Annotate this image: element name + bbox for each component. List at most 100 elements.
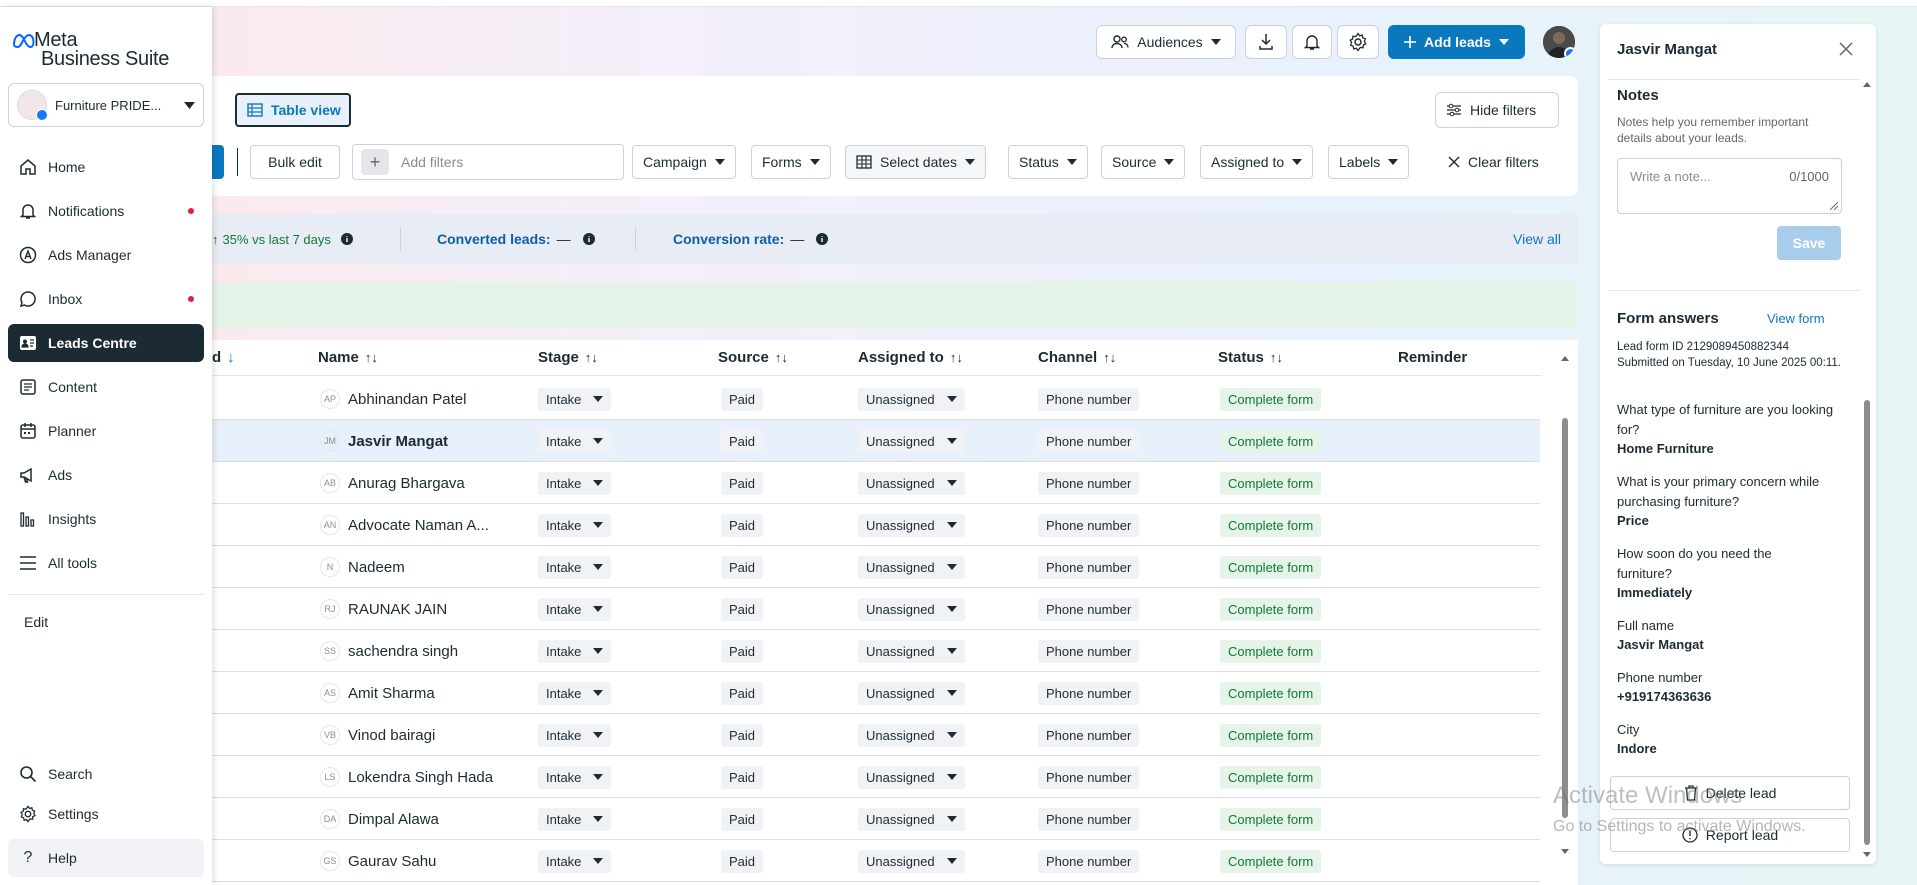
- name-cell[interactable]: GS Gaurav Sahu: [320, 840, 436, 882]
- stage-dropdown[interactable]: Intake: [538, 807, 612, 831]
- table-scrollbar[interactable]: [1560, 355, 1570, 855]
- table-row[interactable]: DA Dimpal Alawa Intake Paid Unassigned Phone …: [212, 798, 1540, 840]
- column-channel[interactable]: Channel ↑↓: [1038, 349, 1116, 366]
- name-cell[interactable]: N Nadeem: [320, 546, 405, 588]
- stage-dropdown[interactable]: Intake: [538, 765, 612, 789]
- panel-scrollbar[interactable]: [1862, 80, 1872, 860]
- nav-ads[interactable]: Ads: [8, 456, 204, 494]
- note-textarea[interactable]: Write a note... 0/1000: [1617, 158, 1842, 214]
- stage-dropdown[interactable]: Intake: [538, 429, 612, 453]
- save-note-button[interactable]: Save: [1777, 226, 1841, 260]
- assignee-dropdown[interactable]: Unassigned: [858, 765, 965, 789]
- settings-button[interactable]: [1337, 25, 1379, 59]
- resize-handle-icon[interactable]: [1830, 202, 1838, 210]
- forms-filter[interactable]: Forms: [751, 145, 831, 179]
- table-row[interactable]: SS sachendra singh Intake Paid Unassigned Pho…: [212, 630, 1540, 672]
- nav-content[interactable]: Content: [8, 368, 204, 406]
- view-all-link[interactable]: View all: [1513, 231, 1561, 247]
- column-assigned[interactable]: Assigned to ↑↓: [858, 349, 963, 366]
- nav-planner[interactable]: Planner: [8, 412, 204, 450]
- campaign-filter[interactable]: Campaign: [632, 145, 736, 179]
- caret-down-icon: [593, 690, 604, 696]
- nav-insights[interactable]: Insights: [8, 500, 204, 538]
- stage-dropdown[interactable]: Intake: [538, 387, 612, 411]
- table-row[interactable]: AS Amit Sharma Intake Paid Unassigned Phone n…: [212, 672, 1540, 714]
- stage-dropdown[interactable]: Intake: [538, 555, 612, 579]
- column-stage[interactable]: Stage ↑↓: [538, 349, 598, 366]
- bulk-edit-button[interactable]: Bulk edit: [250, 145, 340, 179]
- assignee-dropdown[interactable]: Unassigned: [858, 555, 965, 579]
- nav-ads-manager[interactable]: Ads Manager: [8, 236, 204, 274]
- assignee-dropdown[interactable]: Unassigned: [858, 849, 965, 873]
- profile-avatar[interactable]: [1543, 26, 1575, 58]
- add-filters-input[interactable]: + Add filters: [352, 144, 624, 180]
- clear-filters-button[interactable]: Clear filters: [1437, 145, 1550, 179]
- table-row[interactable]: N Nadeem Intake Paid Unassigned Phone number C…: [212, 546, 1540, 588]
- nav-search[interactable]: Search: [8, 755, 204, 793]
- hide-filters-button[interactable]: Hide filters: [1435, 92, 1559, 128]
- nav-home[interactable]: Home: [8, 148, 204, 186]
- stage-dropdown[interactable]: Intake: [538, 681, 612, 705]
- nav-leads-centre[interactable]: Leads Centre: [8, 324, 204, 362]
- table-row[interactable]: AP Abhinandan Patel Intake Paid Unassigned Ph…: [212, 378, 1540, 420]
- assignee-dropdown[interactable]: Unassigned: [858, 597, 965, 621]
- status-filter[interactable]: Status: [1008, 145, 1088, 179]
- stage-value: Intake: [546, 811, 582, 827]
- name-cell[interactable]: AN Advocate Naman A...: [320, 504, 489, 546]
- stage-dropdown[interactable]: Intake: [538, 471, 612, 495]
- name-cell[interactable]: DA Dimpal Alawa: [320, 798, 439, 840]
- name-cell[interactable]: RJ RAUNAK JAIN: [320, 588, 447, 630]
- name-cell[interactable]: AP Abhinandan Patel: [320, 378, 466, 420]
- assigned-to-filter[interactable]: Assigned to: [1200, 145, 1314, 179]
- stage-dropdown[interactable]: Intake: [538, 849, 612, 873]
- account-switcher[interactable]: Furniture PRIDE...: [8, 83, 204, 127]
- column-source[interactable]: Source ↑↓: [718, 349, 788, 366]
- column-status[interactable]: Status ↑↓: [1218, 349, 1283, 366]
- name-cell[interactable]: VB Vinod bairagi: [320, 714, 435, 756]
- assignee-dropdown[interactable]: Unassigned: [858, 513, 965, 537]
- assignee-dropdown[interactable]: Unassigned: [858, 681, 965, 705]
- nav-edit[interactable]: Edit: [8, 603, 204, 641]
- stage-dropdown[interactable]: Intake: [538, 597, 612, 621]
- audiences-button[interactable]: Audiences: [1096, 25, 1236, 59]
- name-cell[interactable]: AB Anurag Bhargava: [320, 462, 465, 504]
- meta-business-suite-logo[interactable]: Meta Business Suite: [12, 30, 169, 69]
- table-row[interactable]: AN Advocate Naman A... Intake Paid Unassigne…: [212, 504, 1540, 546]
- nav-help[interactable]: ? Help: [8, 839, 204, 877]
- assignee-dropdown[interactable]: Unassigned: [858, 807, 965, 831]
- nav-all-tools[interactable]: All tools: [8, 544, 204, 582]
- stage-dropdown[interactable]: Intake: [538, 723, 612, 747]
- name-cell[interactable]: JM Jasvir Mangat: [320, 420, 448, 462]
- name-cell[interactable]: SS sachendra singh: [320, 630, 458, 672]
- add-leads-button[interactable]: Add leads: [1388, 25, 1525, 59]
- nav-settings[interactable]: Settings: [8, 795, 204, 833]
- name-cell[interactable]: LS Lokendra Singh Hada: [320, 756, 493, 798]
- table-row[interactable]: GS Gaurav Sahu Intake Paid Unassigned Phone n…: [212, 840, 1540, 882]
- name-cell[interactable]: AS Amit Sharma: [320, 672, 435, 714]
- table-row[interactable]: RJ RAUNAK JAIN Intake Paid Unassigned Phone n…: [212, 588, 1540, 630]
- stage-dropdown[interactable]: Intake: [538, 639, 612, 663]
- primary-action-edge[interactable]: [212, 145, 224, 179]
- nav-inbox[interactable]: Inbox: [8, 280, 204, 318]
- assignee-dropdown[interactable]: Unassigned: [858, 387, 965, 411]
- table-view-button[interactable]: Table view: [235, 93, 351, 127]
- table-row[interactable]: AB Anurag Bhargava Intake Paid Unassigned Pho…: [212, 462, 1540, 504]
- assignee-dropdown[interactable]: Unassigned: [858, 639, 965, 663]
- stage-dropdown[interactable]: Intake: [538, 513, 612, 537]
- table-row[interactable]: VB Vinod bairagi Intake Paid Unassigned Phone…: [212, 714, 1540, 756]
- table-row[interactable]: JM Jasvir Mangat Intake Paid Unassigned Phone…: [212, 420, 1540, 462]
- assignee-dropdown[interactable]: Unassigned: [858, 723, 965, 747]
- assignee-dropdown[interactable]: Unassigned: [858, 429, 965, 453]
- source-filter[interactable]: Source: [1101, 145, 1186, 179]
- assignee-dropdown[interactable]: Unassigned: [858, 471, 965, 495]
- notifications-button[interactable]: [1292, 25, 1332, 59]
- view-form-link[interactable]: View form: [1767, 311, 1825, 326]
- download-button[interactable]: [1245, 25, 1287, 59]
- nav-notifications[interactable]: Notifications: [8, 192, 204, 230]
- column-created[interactable]: d ↓: [212, 349, 235, 366]
- column-name[interactable]: Name ↑↓: [318, 349, 378, 366]
- select-dates-filter[interactable]: Select dates: [845, 145, 987, 179]
- labels-filter[interactable]: Labels: [1328, 145, 1410, 179]
- table-row[interactable]: LS Lokendra Singh Hada Intake Paid Unassigne…: [212, 756, 1540, 798]
- close-panel-button[interactable]: [1838, 41, 1854, 57]
